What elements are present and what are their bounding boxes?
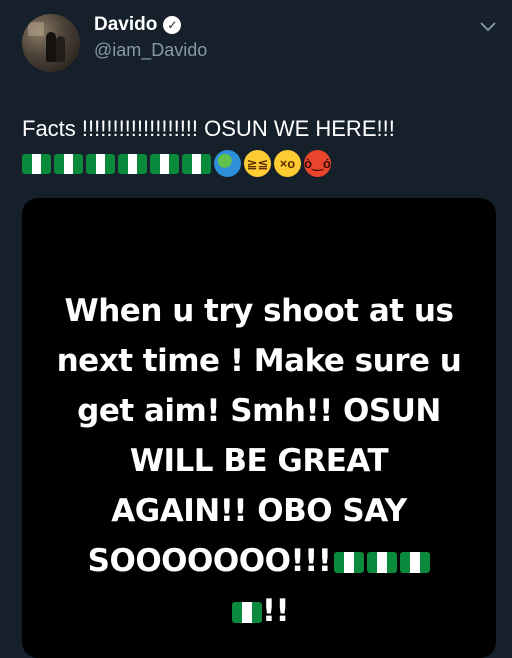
nigeria-flag-icon (118, 153, 147, 174)
nigeria-flag-icon (150, 153, 179, 174)
astonished-face-icon: ×o (274, 150, 301, 177)
avatar-figure (56, 36, 65, 62)
media-text-line: When u try shoot at us (64, 293, 454, 329)
nigeria-flag-icon (182, 153, 211, 174)
media-text-line: SOOOOOOO!!! (87, 543, 332, 579)
nigeria-flag-icon (22, 153, 51, 174)
media-text-line: AGAIN!! OBO SAY (111, 493, 407, 529)
avatar-figure (46, 32, 56, 62)
nigeria-flag-icon (400, 552, 431, 573)
nigeria-flag-icon (54, 153, 83, 174)
avatar[interactable] (22, 14, 80, 72)
verified-badge-icon: ✓ (163, 16, 182, 34)
media-text-line: WILL BE GREAT (129, 443, 389, 479)
tweet-media-image[interactable]: When u try shoot at us next time ! Make … (22, 198, 496, 658)
author-name-row[interactable]: Davido ✓ (94, 14, 182, 36)
emoji-row: ≧≦ ×o ò‿ó (22, 150, 331, 177)
display-name[interactable]: Davido (94, 14, 157, 36)
tweet-text: Facts !!!!!!!!!!!!!!!!!!! OSUN WE HERE!!… (22, 116, 395, 141)
nigeria-flag-icon (86, 153, 115, 174)
nigeria-flag-icon (367, 552, 398, 573)
media-text-line: get aim! Smh!! OSUN (77, 393, 441, 429)
angry-face-icon: ò‿ó (304, 150, 331, 177)
media-text: When u try shoot at us next time ! Make … (22, 286, 496, 636)
nigeria-flag-icon (334, 552, 365, 573)
chevron-down-icon[interactable] (478, 20, 498, 34)
avatar-window (28, 22, 44, 36)
nigeria-flag-icon (231, 602, 262, 623)
user-handle[interactable]: @iam_Davido (94, 40, 207, 61)
media-text-line: !! (261, 593, 290, 629)
media-text-line: next time ! Make sure u (56, 343, 462, 379)
media-text-line-with-flags: SOOOOOOO!!! (22, 536, 496, 586)
laughing-face-icon: ≧≦ (244, 150, 271, 177)
media-text-line-with-flags: !! (22, 586, 496, 636)
globe-africa-icon (214, 150, 241, 177)
